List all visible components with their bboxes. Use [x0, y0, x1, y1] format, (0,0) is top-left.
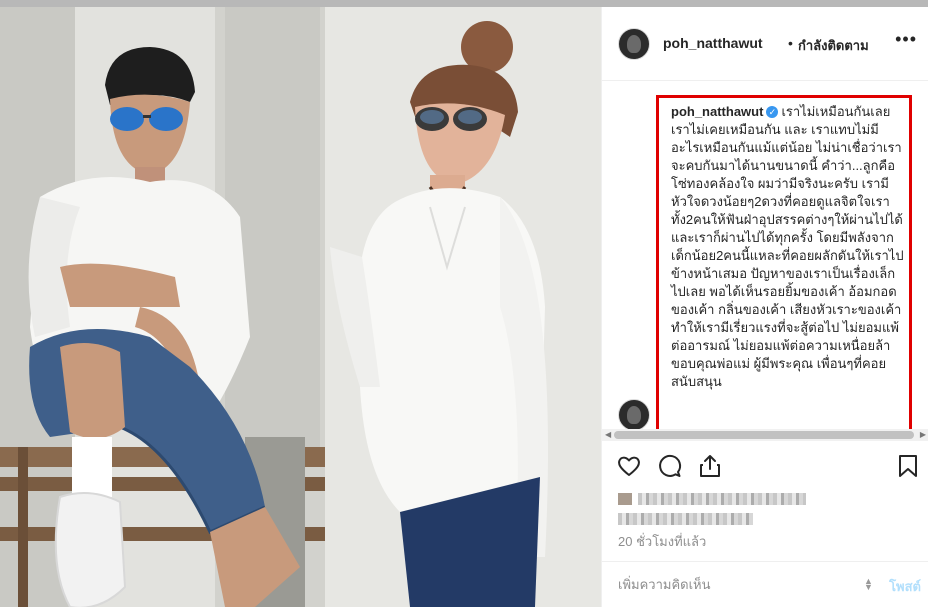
caption-username[interactable]: poh_natthawut: [671, 104, 763, 119]
save-button[interactable]: [895, 453, 921, 479]
blurred-liker-avatar: [618, 493, 632, 505]
share-icon: [700, 455, 720, 477]
header-username[interactable]: poh_natthawut: [663, 35, 763, 51]
post-timestamp[interactable]: 20 ชั่วโมงที่แล้ว: [618, 531, 706, 552]
bookmark-icon: [899, 455, 917, 477]
commenter-avatar[interactable]: [618, 399, 650, 431]
more-options-icon[interactable]: •••: [895, 29, 917, 50]
post-header: poh_natthawut • กำลังติดตาม •••: [602, 7, 928, 81]
resize-handle-icon[interactable]: ▲ ▼: [864, 577, 873, 592]
heart-icon: [618, 456, 640, 476]
post-photo-illustration: [0, 7, 601, 607]
comment-icon: [659, 454, 682, 477]
add-comment-bar: ▲▼ โพสต์: [602, 561, 928, 607]
blurred-likes-info-line2: [618, 511, 918, 529]
caption-area: poh_natthawut ✓ เราไม่เหมือนกันเลย เราไม่เ…: [602, 81, 928, 441]
highlighted-caption-box: poh_natthawut ✓ เราไม่เหมือนกันเลย เราไม่เ…: [656, 95, 912, 439]
horizontal-scrollbar[interactable]: ◀ ▶: [602, 429, 928, 441]
comment-input[interactable]: [618, 574, 848, 594]
blurred-likes-text: [638, 493, 806, 505]
scrollbar-thumb[interactable]: [614, 431, 914, 439]
comment-button[interactable]: [657, 453, 683, 479]
blurred-likes-text-2: [618, 513, 753, 525]
blurred-likes-info: [618, 491, 918, 511]
following-button[interactable]: กำลังติดตาม: [798, 35, 869, 56]
scroll-left-arrow-icon[interactable]: ◀: [605, 429, 611, 441]
share-button[interactable]: [697, 453, 723, 479]
caption-body: เราไม่เหมือนกันเลย เราไม่เคยเหมือนกัน แล…: [671, 104, 904, 389]
window-top-strip: [0, 0, 928, 7]
post-comment-button[interactable]: โพสต์: [889, 576, 921, 597]
scroll-right-arrow-icon[interactable]: ▶: [920, 429, 926, 441]
instagram-post-screenshot: poh_natthawut • กำลังติดตาม ••• poh_natt…: [0, 0, 928, 607]
profile-avatar[interactable]: [618, 28, 650, 60]
post-side-panel: poh_natthawut • กำลังติดตาม ••• poh_natt…: [601, 7, 928, 607]
header-separator: •: [788, 35, 793, 51]
caption-text-block: poh_natthawut ✓ เราไม่เหมือนกันเลย เราไม่เ…: [671, 103, 907, 391]
verified-badge-icon: ✓: [766, 105, 779, 118]
like-button[interactable]: [616, 453, 642, 479]
post-photo[interactable]: [0, 7, 601, 607]
post-actions: [602, 443, 928, 489]
